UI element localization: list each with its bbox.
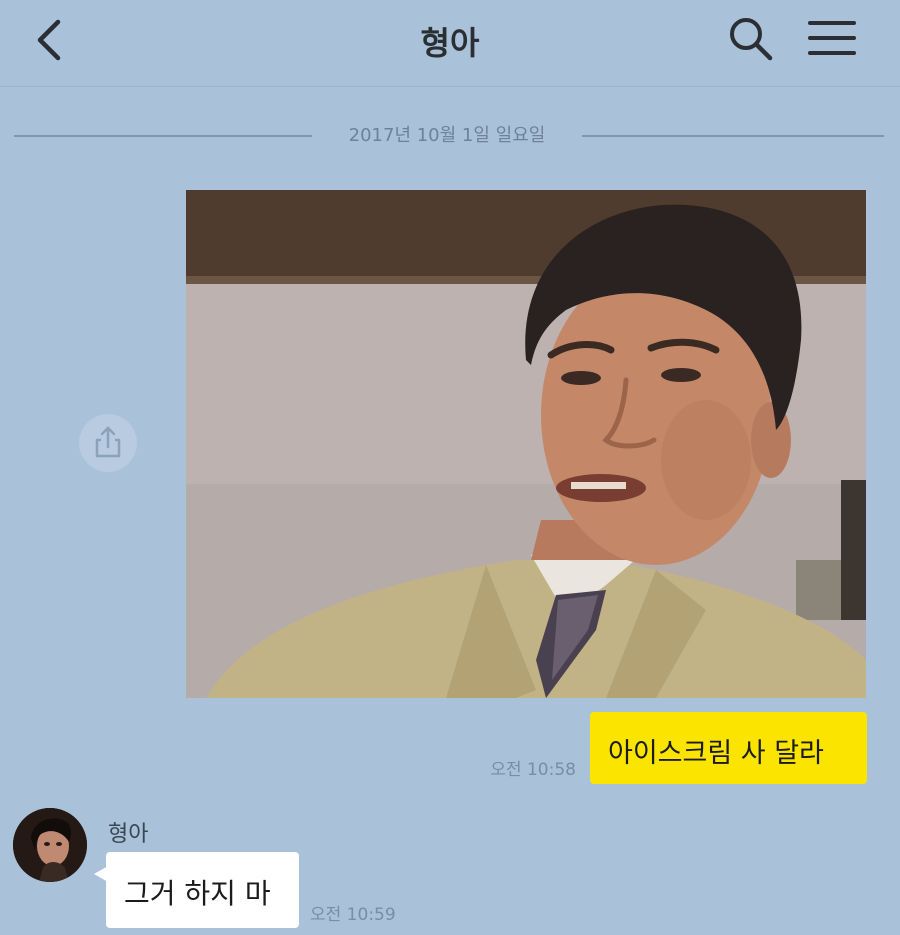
received-message-bubble[interactable]: 그거 하지 마 [106, 852, 299, 928]
divider-line-left [14, 135, 312, 137]
sent-message-bubble[interactable]: 아이스크림 사 달라 [590, 712, 867, 784]
received-message-text: 그거 하지 마 [124, 877, 271, 910]
avatar[interactable] [13, 808, 87, 882]
hamburger-menu-icon [808, 21, 856, 55]
sent-message-time: 오전 10:58 [490, 760, 576, 780]
search-button[interactable] [722, 10, 778, 66]
share-button[interactable] [79, 414, 137, 472]
chat-screen: 형아 2017년 10월 1일 일요일 오전 10:58 아이스크림 사 달라 … [0, 0, 900, 935]
back-button[interactable] [22, 12, 78, 68]
sender-avatar-image [13, 808, 87, 882]
divider-line-right [582, 135, 884, 137]
sent-message-text: 아이스크림 사 달라 [608, 738, 824, 769]
chevron-left-icon [37, 19, 61, 61]
chat-title: 형아 [420, 24, 480, 62]
received-message-time: 오전 10:59 [310, 905, 396, 925]
menu-button[interactable] [802, 10, 862, 66]
search-icon [730, 18, 773, 61]
man-in-suit-photo [186, 190, 866, 698]
sender-name: 형아 [108, 822, 149, 847]
date-text: 2017년 10월 1일 일요일 [348, 125, 546, 146]
shared-photo[interactable] [186, 190, 866, 698]
chat-header: 형아 [0, 0, 900, 87]
share-icon [95, 426, 121, 458]
date-divider: 2017년 10월 1일 일요일 [14, 116, 884, 152]
